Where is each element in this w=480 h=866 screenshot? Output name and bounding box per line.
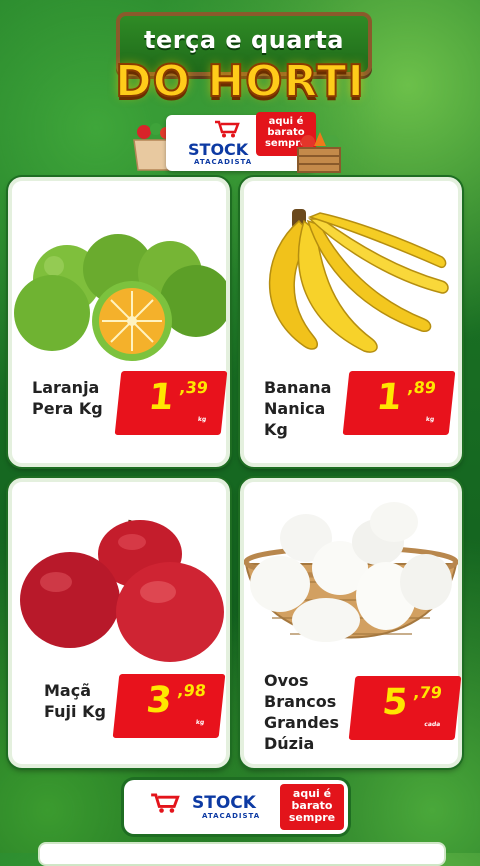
product-card-ovos[interactable]: Ovos Brancos Grandes Dúzia 5 ,79 cada	[240, 478, 462, 768]
product-name-line: Dúzia	[264, 734, 315, 753]
product-card-banana[interactable]: Banana Nanica Kg 1 ,89 kg	[240, 177, 462, 467]
price-unit: kg	[197, 416, 207, 423]
cart-icon	[151, 793, 180, 813]
price-integer: 1	[374, 377, 403, 418]
footer-logo: STOCK ATACADISTA aqui é barato sempre	[124, 780, 348, 834]
cart-icon	[215, 120, 240, 138]
price-cents: ,98	[176, 681, 207, 700]
product-name-line: Pera Kg	[32, 399, 103, 418]
price-unit: kg	[425, 416, 435, 423]
product-name: Banana Nanica Kg	[264, 377, 331, 440]
price-unit: cada	[423, 721, 441, 728]
price-cents: ,89	[406, 378, 437, 397]
footer-brand-sub: ATACADISTA	[202, 812, 261, 820]
slogan-line: sempre	[288, 811, 336, 824]
price-integer: 3	[144, 680, 173, 721]
price-tag: 3 ,98 kg	[112, 674, 226, 738]
product-name-line: Laranja	[32, 378, 100, 397]
price-tag: 5 ,79 cada	[348, 676, 462, 740]
price-integer: 5	[380, 682, 409, 723]
product-name-line: Ovos	[264, 671, 309, 690]
vegetable-crate-icon	[297, 132, 341, 173]
product-name: Maçã Fuji Kg	[44, 680, 106, 722]
footer-slogan-badge: aqui é barato sempre	[280, 784, 344, 830]
price-cents: ,79	[412, 683, 443, 702]
product-name-line: Kg	[264, 420, 288, 439]
product-name-line: Brancos	[264, 692, 337, 711]
product-name-line: Nanica	[264, 399, 326, 418]
slogan-line: aqui é	[268, 116, 304, 127]
banana-image	[268, 209, 449, 353]
product-name: Laranja Pera Kg	[32, 377, 103, 419]
title-top: terça e quarta	[144, 26, 344, 54]
price-unit: kg	[195, 719, 205, 726]
eggs-basket-image	[244, 502, 458, 642]
header: terça e quarta DO HORTI STOCK ATACADISTA…	[0, 0, 480, 175]
price-tag: 1 ,89 kg	[342, 371, 456, 435]
apple-image	[20, 519, 224, 662]
logo-brand: STOCK	[188, 140, 249, 159]
product-name-line: Maçã	[44, 681, 91, 700]
product-card-maca[interactable]: Maçã Fuji Kg 3 ,98 kg	[8, 478, 230, 768]
price-tag: 1 ,39 kg	[114, 371, 228, 435]
product-name-line: Grandes	[264, 713, 340, 732]
product-card-laranja[interactable]: Laranja Pera Kg 1 ,39 kg	[8, 177, 230, 467]
footer-brand: STOCK	[192, 793, 256, 813]
title-main: DO HORTI	[114, 55, 365, 108]
next-card-edge	[38, 842, 446, 866]
price-cents: ,39	[178, 378, 209, 397]
orange-image	[14, 234, 226, 361]
logo-brand-sub: ATACADISTA	[194, 158, 253, 166]
price-integer: 1	[146, 377, 175, 418]
product-name-line: Banana	[264, 378, 332, 397]
product-name-line: Fuji Kg	[44, 702, 106, 721]
product-name: Ovos Brancos Grandes Dúzia	[264, 670, 339, 754]
